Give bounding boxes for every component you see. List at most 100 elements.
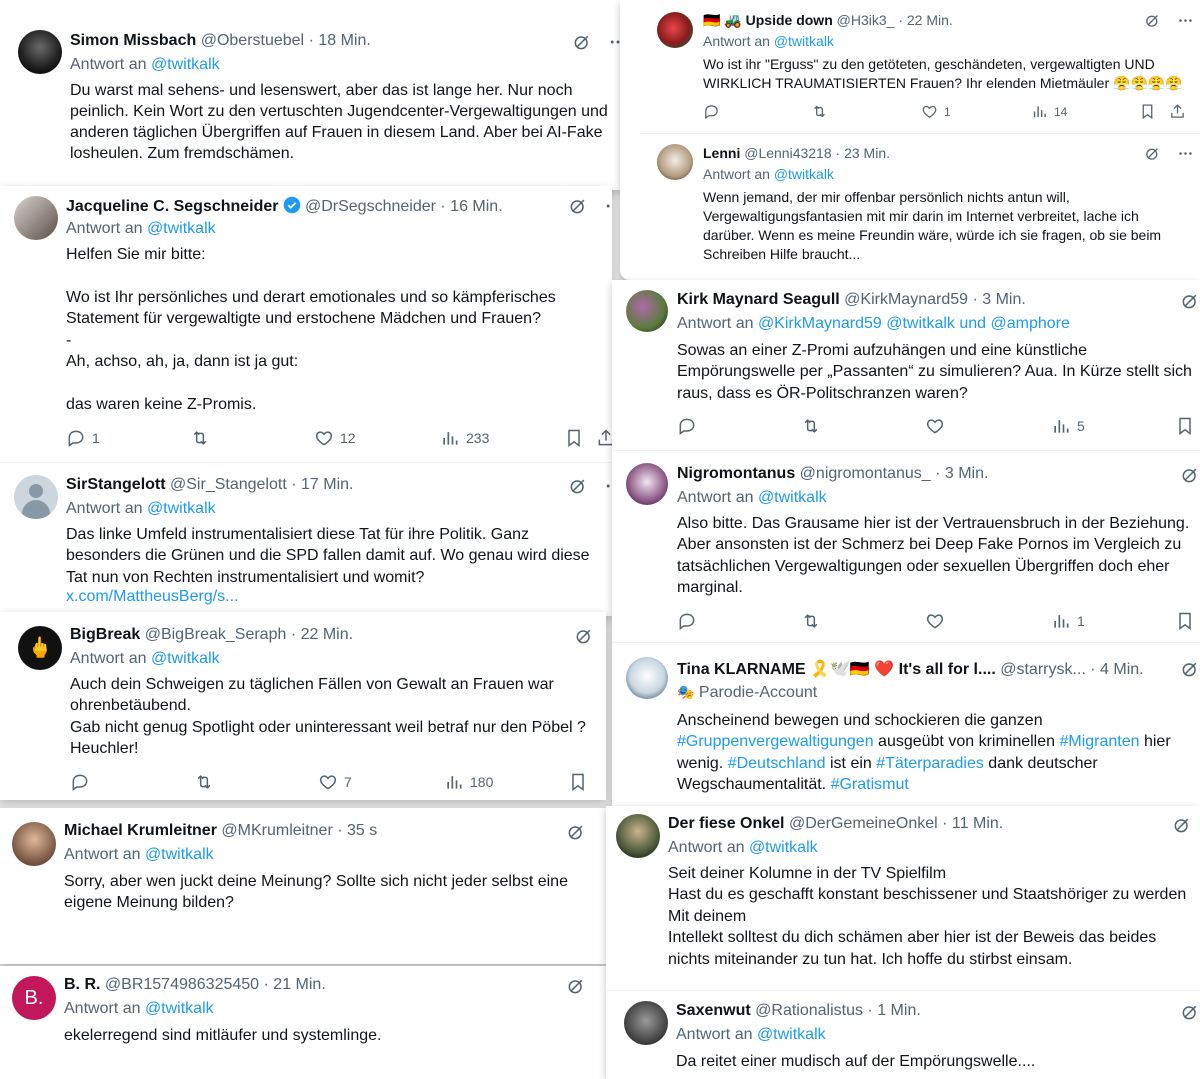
author-name[interactable]: Lenni	[703, 145, 740, 161]
avatar[interactable]	[626, 463, 668, 505]
views-button[interactable]: 5	[1051, 416, 1085, 436]
hashtag[interactable]: #Täterparadies	[876, 755, 984, 772]
avatar[interactable]	[14, 475, 58, 519]
bookmark-button[interactable]	[568, 772, 588, 792]
tweet[interactable]: Lenni @Lenni43218 · 23 Min. Antwort an @…	[620, 134, 1200, 280]
author-name[interactable]: Saxenwut	[676, 1002, 751, 1019]
views-button[interactable]: 180	[444, 772, 493, 792]
grok-icon[interactable]	[1180, 1002, 1200, 1022]
reply-mention[interactable]: @twitkalk	[147, 500, 216, 517]
more-icon[interactable]	[1177, 145, 1194, 162]
grok-icon[interactable]	[568, 196, 588, 216]
reply-mention[interactable]: @KirkMaynard59 @twitkalk und @amphore	[758, 315, 1070, 332]
grok-icon[interactable]	[1172, 815, 1192, 835]
grok-icon[interactable]	[566, 822, 586, 842]
avatar[interactable]	[626, 657, 668, 699]
more-icon[interactable]	[1177, 12, 1194, 29]
author-handle[interactable]: @Lenni43218	[744, 145, 831, 161]
tweet-time[interactable]: · 1 Min.	[867, 1002, 920, 1019]
like-button[interactable]: 1	[921, 103, 951, 120]
tweet-time[interactable]: · 4 Min.	[1090, 661, 1143, 678]
author-name[interactable]: Jacqueline C. Segschneider	[66, 198, 279, 215]
author-name[interactable]: Tina KLARNAME 🎗️🕊️🇩🇪 ❤️ It's all for l..…	[677, 661, 996, 678]
share-button[interactable]	[596, 428, 612, 448]
grok-icon[interactable]	[566, 976, 586, 996]
grok-icon[interactable]	[574, 626, 594, 646]
hashtag[interactable]: #Deutschland	[728, 755, 826, 772]
avatar[interactable]	[657, 12, 693, 48]
like-button[interactable]	[925, 611, 945, 631]
tweet-time[interactable]: · 17 Min.	[291, 476, 353, 493]
reply-button[interactable]	[703, 103, 720, 120]
tweet[interactable]: Michael Krumleitner @MKrumleitner · 35 s…	[0, 808, 608, 964]
tweet-time[interactable]: · 3 Min.	[935, 465, 988, 482]
tweet[interactable]: 🇩🇪 🚜 Upside down @H3ik3_ · 22 Min. Antwo…	[620, 0, 1200, 132]
tweet[interactable]: B. B. R. @BR1574986325450 · 21 Min. Antw…	[0, 966, 608, 1079]
share-button[interactable]	[1169, 103, 1186, 120]
tweet[interactable]: Nigromontanus @nigromontanus_ · 3 Min. A…	[612, 451, 1200, 641]
views-button[interactable]: 1	[1051, 611, 1085, 631]
avatar[interactable]	[12, 822, 56, 866]
reply-mention[interactable]: @twitkalk	[145, 1000, 214, 1017]
avatar[interactable]	[624, 1001, 668, 1045]
author-name[interactable]: Simon Missbach	[70, 32, 196, 49]
grok-icon[interactable]	[1180, 291, 1200, 311]
reply-button[interactable]	[70, 772, 90, 792]
reply-mention[interactable]: @twitkalk	[749, 839, 818, 856]
like-button[interactable]: 7	[318, 772, 352, 792]
tweet[interactable]: 🖕 BigBreak @BigBreak_Seraph · 22 Min. An…	[0, 612, 606, 800]
author-handle[interactable]: @Sir_Stangelott	[170, 476, 287, 493]
reply-mention[interactable]: @twitkalk	[774, 166, 834, 182]
grok-icon[interactable]	[1180, 465, 1200, 485]
tweet[interactable]: Jacqueline C. Segschneider @DrSegschneid…	[0, 186, 612, 462]
author-name[interactable]: Nigromontanus	[677, 465, 795, 482]
tweet[interactable]: Tina KLARNAME 🎗️🕊️🇩🇪 ❤️ It's all for l..…	[612, 643, 1200, 810]
reply-button[interactable]	[677, 416, 697, 436]
tweet[interactable]: Kirk Maynard Seagull @KirkMaynard59 · 3 …	[612, 280, 1200, 448]
author-name[interactable]: BigBreak	[70, 626, 140, 643]
like-button[interactable]: 12	[314, 428, 356, 448]
tweet[interactable]: SirStangelott @Sir_Stangelott · 17 Min. …	[0, 463, 612, 616]
author-handle[interactable]: @Oberstuebel	[201, 32, 304, 49]
like-button[interactable]	[925, 416, 945, 436]
views-button[interactable]: 233	[440, 428, 489, 448]
tweet-time[interactable]: · 16 Min.	[440, 198, 502, 215]
reply-mention[interactable]: @twitkalk	[145, 846, 214, 863]
bookmark-button[interactable]	[1175, 416, 1195, 436]
grok-icon[interactable]	[1144, 145, 1161, 162]
tweet-time[interactable]: · 21 Min.	[264, 976, 326, 993]
tweet-time[interactable]: · 11 Min.	[942, 815, 1003, 832]
reply-mention[interactable]: @twitkalk	[758, 489, 827, 506]
author-handle[interactable]: @DerGemeineOnkel	[789, 815, 938, 832]
author-handle[interactable]: @H3ik3_	[837, 12, 895, 28]
author-handle[interactable]: @BR1574986325450	[105, 976, 259, 993]
author-handle[interactable]: @KirkMaynard59	[844, 291, 968, 308]
avatar[interactable]	[626, 290, 668, 332]
tweet-time[interactable]: · 22 Min.	[291, 626, 353, 643]
grok-icon[interactable]	[568, 476, 588, 496]
reply-button[interactable]: 1	[66, 428, 100, 448]
avatar[interactable]	[14, 196, 58, 240]
avatar[interactable]	[657, 144, 693, 180]
tweet[interactable]: Der fiese Onkel @DerGemeineOnkel · 11 Mi…	[606, 806, 1200, 988]
hashtag[interactable]: #Migranten	[1059, 733, 1139, 750]
author-handle[interactable]: @MKrumleitner	[221, 822, 332, 839]
reply-mention[interactable]: @twitkalk	[147, 220, 216, 237]
avatar[interactable]	[18, 30, 62, 74]
tweet-time[interactable]: · 3 Min.	[972, 291, 1025, 308]
more-icon[interactable]	[604, 476, 612, 496]
reply-mention[interactable]: @twitkalk	[774, 33, 834, 49]
retweet-button[interactable]	[190, 428, 210, 448]
reply-mention[interactable]: @twitkalk	[757, 1026, 826, 1043]
hashtag[interactable]: #Gratismut	[831, 776, 909, 793]
grok-icon[interactable]	[1180, 659, 1200, 679]
author-handle[interactable]: @Rationalistus	[755, 1002, 863, 1019]
author-handle[interactable]: @nigromontanus_	[800, 465, 931, 482]
author-name[interactable]: Michael Krumleitner	[64, 822, 217, 839]
tweet-time[interactable]: · 35 s	[337, 822, 377, 839]
retweet-button[interactable]	[811, 103, 828, 120]
more-icon[interactable]	[604, 196, 612, 216]
author-name[interactable]: B. R.	[64, 976, 100, 993]
avatar[interactable]	[616, 814, 660, 858]
tweet[interactable]: Saxenwut @Rationalistus · 1 Min. Antwort…	[606, 991, 1200, 1079]
